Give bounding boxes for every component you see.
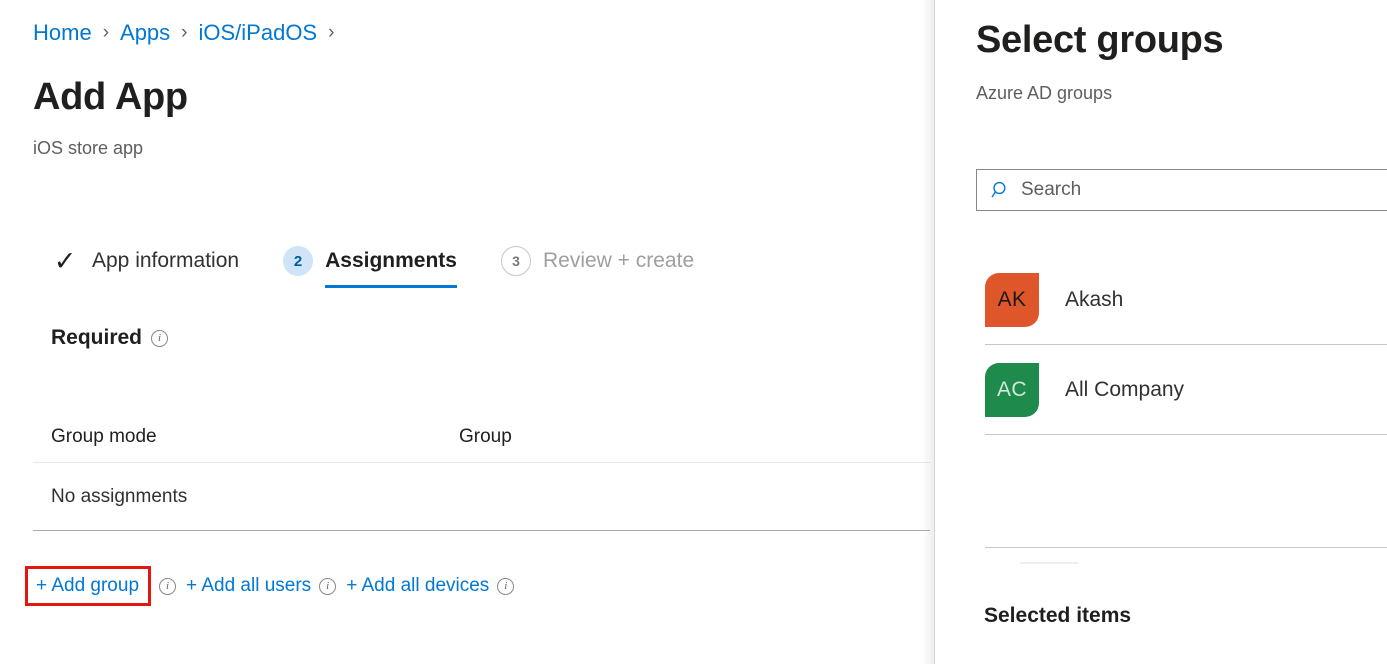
table-bottom-divider: [33, 530, 930, 531]
breadcrumb-item-ios-ipados[interactable]: iOS/iPadOS: [199, 20, 318, 46]
tab-app-information-label: App information: [92, 249, 239, 273]
list-divider: [985, 434, 1387, 435]
select-groups-panel: Select groups Azure AD groups AK Akash A…: [935, 0, 1387, 664]
add-group-link[interactable]: + Add group: [36, 575, 139, 597]
table-header-row: Group mode Group: [33, 412, 930, 462]
selected-items-divider: [985, 547, 1387, 548]
wizard-tablist: ✓ App information 2 Assignments 3 Review…: [50, 238, 738, 300]
tab-review-create[interactable]: 3 Review + create: [501, 238, 694, 284]
column-header-group-mode: Group mode: [51, 426, 459, 448]
add-app-blade: Home › Apps › iOS/iPadOS › Add App iOS s…: [0, 0, 934, 664]
selected-items-placeholder-line: [1020, 562, 1078, 564]
tab-assignments-label: Assignments: [325, 249, 457, 273]
list-item-label: Akash: [1065, 288, 1123, 312]
panel-title: Select groups: [976, 15, 1223, 65]
step-number-badge: 2: [283, 246, 313, 276]
avatar: AC: [985, 363, 1039, 417]
assignments-table: Group mode Group No assignments: [33, 412, 930, 531]
tab-underline: [325, 285, 457, 288]
add-group-highlight-box: + Add group: [25, 566, 151, 606]
search-input[interactable]: [1021, 170, 1387, 210]
required-section-heading: Required i: [51, 326, 168, 350]
page-subtitle: iOS store app: [33, 136, 143, 160]
list-item-label: All Company: [1065, 378, 1184, 402]
info-icon[interactable]: i: [151, 330, 168, 347]
tab-assignments[interactable]: 2 Assignments: [283, 238, 457, 284]
list-item[interactable]: AC All Company: [985, 345, 1387, 434]
tab-app-information[interactable]: ✓ App information: [50, 238, 239, 284]
breadcrumb-item-apps[interactable]: Apps: [120, 20, 170, 46]
breadcrumb: Home › Apps › iOS/iPadOS ›: [33, 20, 345, 46]
page-title: Add App: [33, 73, 188, 121]
info-icon[interactable]: i: [497, 578, 514, 595]
info-icon[interactable]: i: [159, 578, 176, 595]
table-row-empty: No assignments: [33, 463, 930, 530]
add-all-users-link[interactable]: + Add all users: [186, 575, 311, 597]
breadcrumb-item-home[interactable]: Home: [33, 20, 92, 46]
panel-subtitle: Azure AD groups: [976, 81, 1112, 105]
no-assignments-label: No assignments: [51, 486, 187, 508]
group-list: AK Akash AC All Company: [985, 255, 1387, 435]
breadcrumb-separator-icon: ›: [181, 20, 187, 46]
add-all-devices-link[interactable]: + Add all devices: [346, 575, 489, 597]
tab-review-create-label: Review + create: [543, 249, 694, 273]
avatar: AK: [985, 273, 1039, 327]
check-icon: ✓: [50, 246, 80, 276]
search-icon: [991, 180, 1011, 200]
breadcrumb-separator-icon: ›: [328, 20, 334, 46]
column-header-group: Group: [459, 426, 930, 448]
list-item[interactable]: AK Akash: [985, 255, 1387, 344]
step-number-badge: 3: [501, 246, 531, 276]
search-box[interactable]: [976, 169, 1387, 211]
required-label: Required: [51, 326, 142, 350]
blade-shadow: [922, 0, 934, 664]
breadcrumb-separator-icon: ›: [103, 20, 109, 46]
selected-items-heading: Selected items: [984, 604, 1131, 628]
info-icon[interactable]: i: [319, 578, 336, 595]
assignment-action-links: + Add group i + Add all users i + Add al…: [33, 568, 524, 604]
